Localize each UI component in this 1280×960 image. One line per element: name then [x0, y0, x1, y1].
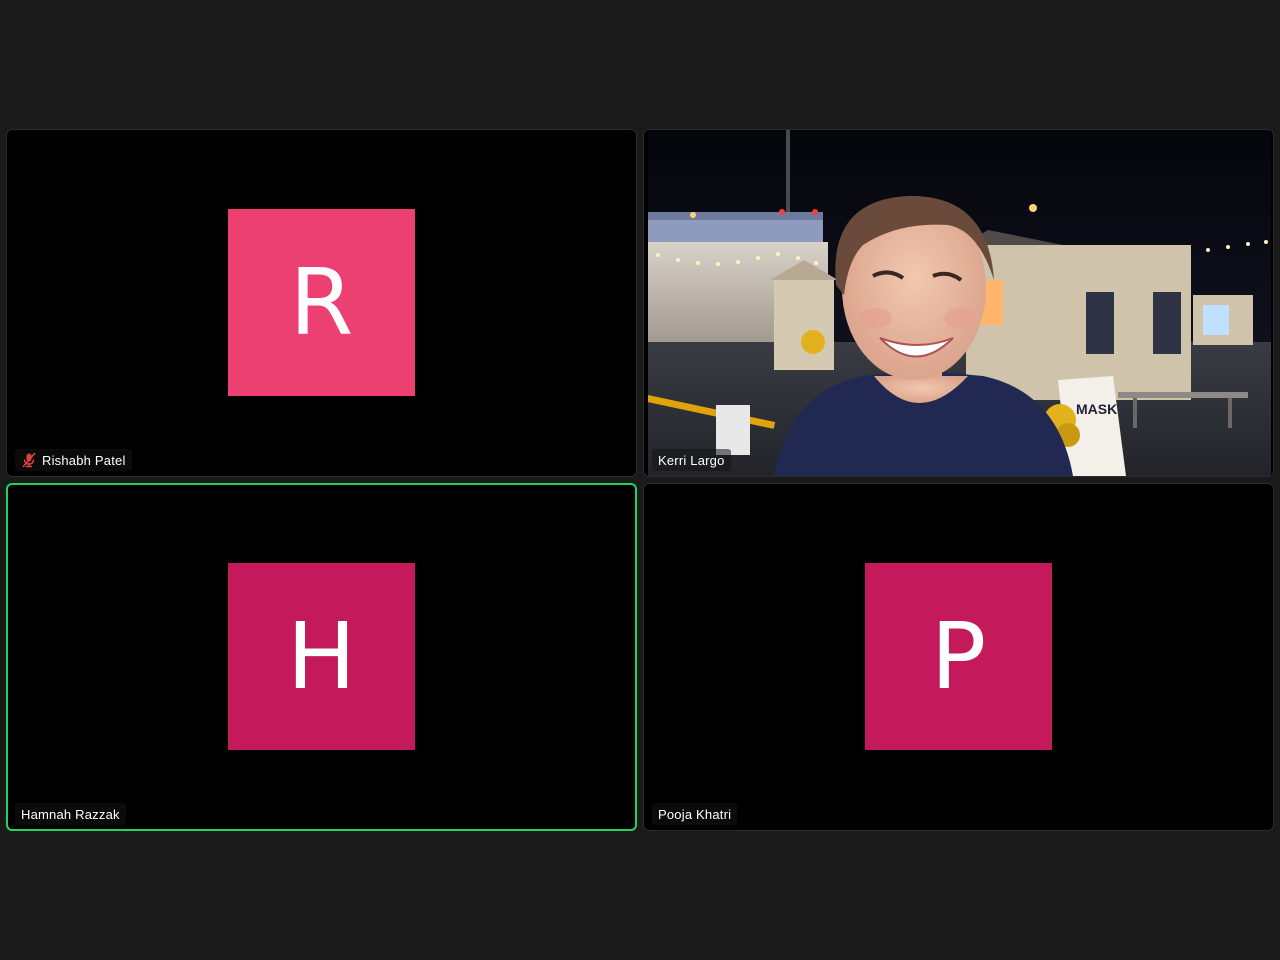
participant-name: Hamnah Razzak [21, 806, 120, 822]
participant-name: Rishabh Patel [42, 452, 126, 468]
participant-name-tag: Kerri Largo [652, 449, 731, 471]
avatar-initial: P [930, 602, 987, 710]
participant-tile-kerri-largo[interactable]: MASK Kerri Largo [643, 129, 1274, 477]
participant-avatar: H [228, 563, 415, 750]
sign-text: MASK [1076, 401, 1117, 417]
avatar-initial: H [286, 602, 357, 710]
microphone-muted-icon [21, 452, 37, 468]
participant-avatar: P [865, 563, 1052, 750]
participant-video-feed: MASK [648, 130, 1271, 476]
participant-tile-rishabh-patel[interactable]: R Rishabh Patel [6, 129, 637, 477]
participant-tile-hamnah-razzak[interactable]: H Hamnah Razzak [6, 483, 637, 831]
participant-name-tag: Pooja Khatri [652, 803, 738, 825]
participant-name-tag: Hamnah Razzak [15, 803, 126, 825]
participant-name-tag: Rishabh Patel [15, 449, 132, 471]
participant-name: Pooja Khatri [658, 806, 732, 822]
participant-tile-pooja-khatri[interactable]: P Pooja Khatri [643, 483, 1274, 831]
participant-avatar: R [228, 209, 415, 396]
avatar-initial: R [289, 248, 354, 356]
meeting-gallery-view: R Rishabh Patel MASK Kerri Largo H Hamna… [0, 0, 1280, 960]
participant-name: Kerri Largo [658, 452, 725, 468]
